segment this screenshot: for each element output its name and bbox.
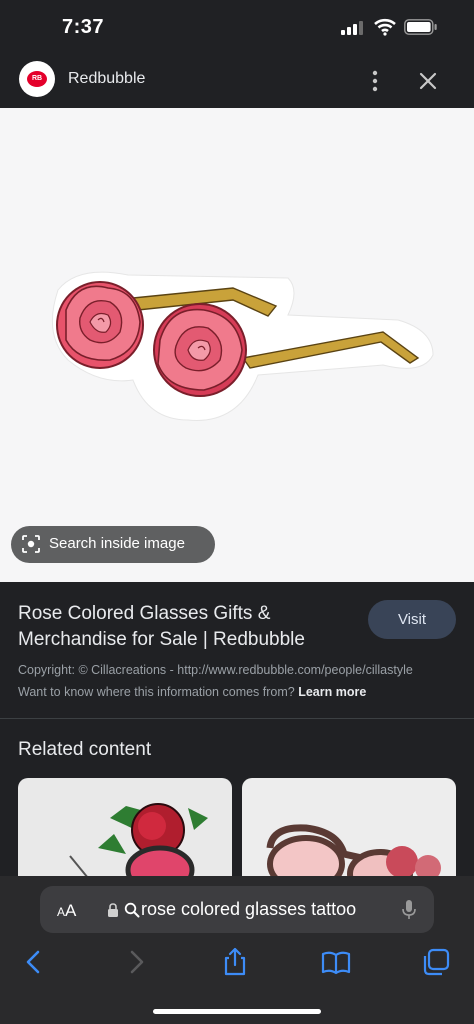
close-icon[interactable] <box>416 69 440 93</box>
reader-aa-button[interactable]: AA <box>57 901 76 921</box>
chevron-left-icon[interactable] <box>18 946 50 978</box>
info-question-text: Want to know where this information come… <box>18 685 295 699</box>
home-indicator <box>153 1009 321 1014</box>
info-source-line: Want to know where this information come… <box>18 685 366 699</box>
site-name: Redbubble <box>68 70 146 87</box>
share-icon[interactable] <box>219 946 251 978</box>
search-inside-image-button[interactable]: Search inside image <box>11 526 215 563</box>
lens-icon <box>22 535 40 553</box>
redbubble-logo-icon: RB <box>27 71 47 87</box>
learn-more-link[interactable]: Learn more <box>298 685 366 699</box>
search-inside-image-label: Search inside image <box>49 535 185 552</box>
visit-button[interactable]: Visit <box>368 600 456 639</box>
copyright-text: Copyright: © Cillacreations - http://www… <box>18 663 413 677</box>
tabs-icon[interactable] <box>420 946 452 978</box>
right-rose-lens <box>153 303 247 397</box>
cellular-signal-icon <box>341 21 363 35</box>
result-title[interactable]: Rose Colored Glasses Gifts & Merchandise… <box>18 601 348 653</box>
more-vert-icon[interactable] <box>366 68 384 94</box>
wifi-icon <box>374 18 396 36</box>
lock-icon <box>108 903 118 917</box>
battery-icon <box>404 19 437 35</box>
related-content-heading: Related content <box>18 739 152 760</box>
url-search-text[interactable]: rose colored glasses tattoo <box>141 899 356 920</box>
search-icon <box>124 902 140 918</box>
book-icon[interactable] <box>320 946 352 978</box>
chevron-right-icon[interactable] <box>120 946 152 978</box>
site-logo: RB <box>19 61 55 97</box>
left-rose-lens <box>56 281 144 369</box>
microphone-icon[interactable] <box>401 899 417 921</box>
rose-glasses-sticker-image[interactable] <box>38 260 438 430</box>
divider <box>0 718 474 719</box>
status-time: 7:37 <box>62 16 105 38</box>
